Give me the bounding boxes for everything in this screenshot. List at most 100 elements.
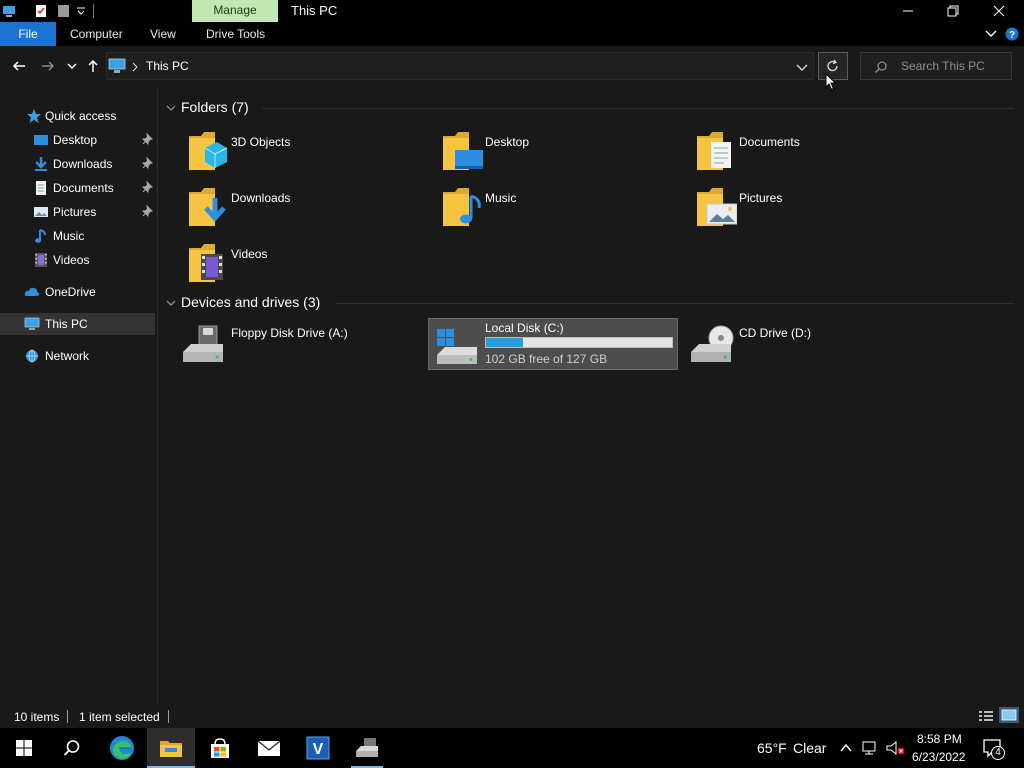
sidebar-item-label: Videos: [53, 253, 90, 267]
breadcrumb-this-pc[interactable]: This PC: [146, 59, 189, 73]
folder-tile[interactable]: Music: [435, 182, 685, 232]
new-folder-quick-icon[interactable]: [57, 4, 71, 18]
nav-onedrive[interactable]: OneDrive: [0, 281, 155, 303]
sidebar-item-desktop[interactable]: Desktop: [0, 129, 155, 151]
sidebar-item-pictures[interactable]: Pictures: [0, 201, 155, 223]
taskbar-edge[interactable]: [98, 728, 146, 768]
chevron-down-icon: [166, 300, 176, 306]
taskbar-mail[interactable]: [245, 728, 293, 768]
arrow-up-icon: [88, 59, 98, 72]
chevron-up-icon: [840, 743, 852, 752]
file-tab[interactable]: File: [0, 22, 56, 46]
desktop-folder-icon: [439, 128, 483, 174]
chevron-down-icon: [166, 105, 176, 111]
taskbar-store[interactable]: [196, 728, 244, 768]
address-history-button[interactable]: [795, 60, 809, 74]
group-divider: [336, 303, 1014, 304]
sidebar-item-videos[interactable]: Videos: [0, 249, 155, 271]
pictures-folder-icon: [693, 184, 737, 230]
folder-tile[interactable]: Desktop: [435, 126, 685, 176]
weather-temperature[interactable]: 65°F: [757, 740, 787, 756]
nav-quick-access[interactable]: Quick access: [0, 105, 155, 127]
pin-icon[interactable]: [142, 205, 154, 217]
nav-this-pc[interactable]: This PC: [0, 313, 155, 335]
folders-group-toggle[interactable]: [165, 102, 177, 114]
forward-button[interactable]: [37, 55, 59, 77]
local-disk-tile[interactable]: Local Disk (C:) 102 GB free of 127 GB: [428, 318, 678, 370]
volume-tray-button[interactable]: [886, 740, 906, 756]
folder-label: Desktop: [485, 135, 530, 149]
large-icons-view-button[interactable]: [999, 707, 1019, 723]
sidebar-item-music[interactable]: Music: [0, 225, 155, 247]
cd-drive-tile[interactable]: CD Drive (D:): [683, 318, 933, 370]
breadcrumb-separator-icon[interactable]: [131, 62, 139, 72]
picture-icon: [33, 204, 49, 220]
3d-objects-folder-icon: [185, 128, 229, 174]
refresh-icon: [827, 59, 838, 72]
this-pc-app-icon[interactable]: [2, 4, 16, 18]
svg-text:?: ?: [1009, 30, 1015, 41]
sidebar-item-label: Desktop: [53, 133, 98, 147]
properties-quick-icon[interactable]: [34, 4, 48, 18]
search-icon: [874, 60, 888, 74]
taskbar-file-explorer[interactable]: [147, 728, 195, 768]
chevron-down-icon: [796, 64, 808, 71]
restore-button[interactable]: [930, 0, 976, 22]
clock-time[interactable]: 8:58 PM: [917, 732, 962, 746]
svg-text:V: V: [313, 741, 324, 758]
tab-computer[interactable]: Computer: [70, 22, 123, 46]
clock-date[interactable]: 6/23/2022: [912, 750, 965, 764]
up-button[interactable]: [82, 55, 104, 77]
restore-icon: [947, 5, 959, 17]
folder-tile[interactable]: Videos: [181, 238, 431, 288]
recent-locations-button[interactable]: [61, 55, 83, 77]
minimize-button[interactable]: [885, 0, 931, 22]
videos-folder-icon: [185, 240, 229, 286]
tab-drive-tools[interactable]: Drive Tools: [206, 22, 265, 46]
folder-tile[interactable]: Downloads: [181, 182, 431, 232]
manage-contextual-tab[interactable]: Manage: [192, 0, 278, 22]
folders-group-header[interactable]: Folders (7): [181, 99, 249, 115]
start-button[interactable]: [0, 728, 48, 768]
documents-folder-icon: [693, 128, 737, 174]
status-separator: [168, 710, 169, 723]
folder-tile[interactable]: Pictures: [689, 182, 939, 232]
taskbar-search-button[interactable]: [48, 728, 96, 768]
taskbar-v-app[interactable]: V: [294, 728, 342, 768]
back-button[interactable]: [8, 55, 30, 77]
sidebar-item-downloads[interactable]: Downloads: [0, 153, 155, 175]
search-placeholder[interactable]: Search This PC: [901, 59, 985, 73]
tab-view[interactable]: View: [150, 22, 176, 46]
selection-count: 1 item selected: [79, 710, 160, 724]
close-button[interactable]: [976, 0, 1022, 22]
v-app-icon: V: [306, 736, 330, 760]
folder-icon: [160, 741, 182, 757]
details-view-button[interactable]: [978, 709, 994, 723]
drive-label: Local Disk (C:): [485, 321, 564, 335]
weather-condition[interactable]: Clear: [793, 740, 826, 756]
taskbar-disk-app[interactable]: [343, 728, 391, 768]
customize-quick-access-icon[interactable]: [76, 6, 86, 16]
mail-icon: [257, 740, 281, 756]
address-bar[interactable]: [106, 52, 814, 80]
drives-group-toggle[interactable]: [165, 297, 177, 309]
floppy-drive-tile[interactable]: Floppy Disk Drive (A:): [175, 318, 425, 370]
folder-tile[interactable]: 3D Objects: [181, 126, 431, 176]
cd-drive-icon: [687, 322, 735, 366]
folder-label: Pictures: [739, 191, 783, 205]
drives-group-header[interactable]: Devices and drives (3): [181, 294, 320, 310]
pin-icon[interactable]: [142, 157, 154, 169]
pin-icon[interactable]: [142, 133, 154, 145]
show-hidden-icons-button[interactable]: [839, 742, 853, 754]
help-button[interactable]: ?: [1005, 27, 1019, 41]
pin-icon[interactable]: [142, 181, 154, 193]
floppy-drive-icon: [179, 322, 227, 366]
status-separator: [67, 710, 68, 723]
nav-network[interactable]: Network: [0, 345, 155, 367]
network-tray-button[interactable]: [861, 740, 879, 756]
expand-ribbon-button[interactable]: [984, 28, 998, 40]
computer-icon: [24, 316, 40, 332]
sidebar-item-documents[interactable]: Documents: [0, 177, 155, 199]
nav-network-label: Network: [45, 349, 90, 363]
folder-tile[interactable]: Documents: [689, 126, 939, 176]
